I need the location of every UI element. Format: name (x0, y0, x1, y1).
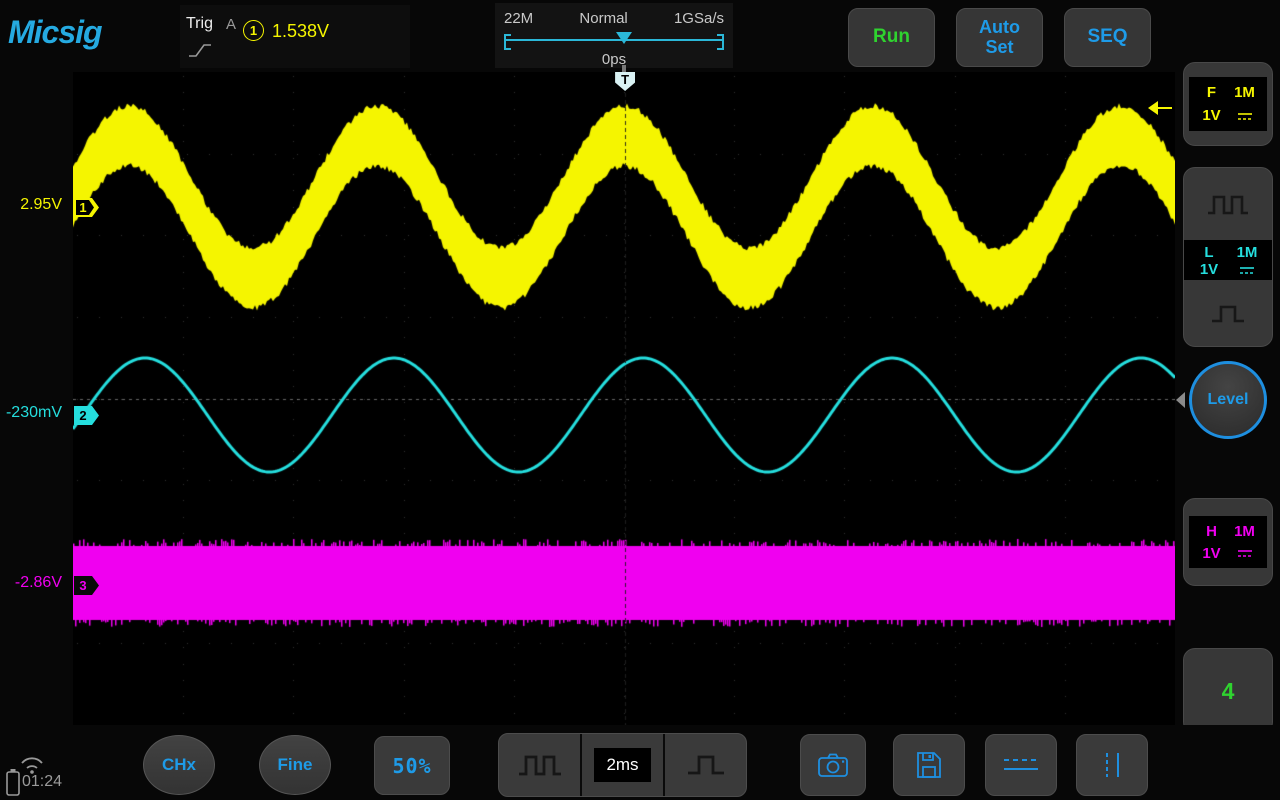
ch2-scale-label: -230mV (0, 404, 62, 422)
pulse-double-icon (1206, 192, 1250, 216)
vertical-cursors-icon (1094, 750, 1130, 780)
ch2-position-marker[interactable]: 2 (74, 406, 99, 425)
battery-icon (4, 767, 22, 797)
level-knob[interactable]: Level (1189, 361, 1267, 439)
ch1-settings-display: F 1M 1V (1189, 77, 1267, 131)
ch1-settings-card[interactable]: F 1M 1V (1183, 62, 1273, 146)
wifi-icon (18, 753, 46, 775)
brand-logo: Micsig (8, 14, 102, 51)
vertical-cursors-button[interactable] (1076, 734, 1148, 796)
screenshot-button[interactable] (800, 734, 866, 796)
chx-label: CHx (162, 755, 196, 775)
pulse-single-icon (1208, 302, 1248, 324)
chx-button[interactable]: CHx (143, 735, 215, 795)
ch2-settings-display: L 1M 1V (1184, 240, 1272, 280)
ch3-settings-display: H 1M 1V (1189, 516, 1267, 568)
floppy-save-icon (914, 750, 944, 780)
level-knob-label: Level (1208, 391, 1249, 409)
ch3-marker-number: 3 (74, 576, 92, 595)
trigger-level-value: 1.538V (272, 21, 329, 42)
ch1-marker-number: 1 (74, 198, 92, 217)
ch3-impedance: 1M (1234, 523, 1255, 540)
horizontal-cursors-button[interactable] (985, 734, 1057, 796)
run-label: Run (873, 27, 910, 48)
knob-pointer-icon (1176, 392, 1185, 408)
trigger-level-arrow-icon[interactable] (1147, 100, 1173, 116)
fine-button[interactable]: Fine (259, 735, 331, 795)
timebase-value-button[interactable]: 2ms (580, 734, 663, 796)
dc-coupling-icon (1236, 548, 1254, 558)
slider-position-marker[interactable] (616, 32, 632, 44)
trigger-source-badge: 1 (243, 20, 264, 41)
ch1-position-letter: F (1207, 84, 1216, 101)
auto-set-button[interactable]: AutoSet (956, 8, 1043, 67)
ch3-position-letter: H (1206, 523, 1217, 540)
waveform-canvas (73, 72, 1175, 725)
fifty-percent-label: 50% (392, 754, 431, 778)
run-button[interactable]: Run (848, 8, 935, 67)
trigger-delay-slider[interactable] (504, 31, 724, 49)
ch1-scale-label: 2.95V (0, 196, 62, 214)
ch1-scale: 1V (1202, 107, 1220, 124)
ch2-position-letter: L (1204, 244, 1213, 261)
battery-time: 01:24 (22, 773, 62, 791)
timebase-value[interactable]: 2ms (594, 748, 650, 782)
ch2-marker-number: 2 (74, 406, 92, 425)
acquisition-panel: 22M Normal 1GSa/s 0ps (495, 3, 733, 68)
sample-rate: 1GSa/s (674, 10, 724, 27)
camera-icon (817, 751, 849, 779)
fifty-percent-button[interactable]: 50% (374, 736, 450, 795)
pulse-double-icon (517, 752, 563, 778)
ch3-settings-card[interactable]: H 1M 1V (1183, 498, 1273, 586)
ch1-impedance: 1M (1234, 84, 1255, 101)
rising-edge-icon (188, 41, 212, 59)
slider-left-bracket (504, 34, 511, 50)
dc-coupling-icon (1238, 265, 1256, 275)
ch3-scale: 1V (1202, 545, 1220, 562)
ch1-position-marker[interactable]: 1 (74, 198, 99, 217)
seq-button[interactable]: SEQ (1064, 8, 1151, 67)
channel-4-button[interactable]: 4 (1183, 648, 1273, 734)
timebase-faster-button[interactable] (663, 734, 746, 796)
pulse-single-icon (684, 752, 728, 778)
bottom-toolbar: 01:24 CHx Fine 50% 2ms (0, 725, 1280, 800)
horizontal-cursors-icon (999, 752, 1043, 778)
trigger-top-tick (622, 65, 626, 72)
channel-4-label: 4 (1222, 678, 1235, 705)
trigger-label: Trig (186, 15, 213, 33)
timebase-shrink-button[interactable] (1184, 302, 1272, 324)
ch2-settings-card: L 1M 1V (1183, 167, 1273, 347)
seq-label: SEQ (1087, 27, 1127, 48)
acquire-mode: Normal (579, 10, 627, 27)
ch3-position-marker[interactable]: 3 (74, 576, 99, 595)
trigger-delay-value: 0ps (495, 51, 733, 68)
slider-right-bracket (717, 34, 724, 50)
timebase-slower-button[interactable] (499, 734, 580, 796)
save-button[interactable] (893, 734, 965, 796)
dc-coupling-icon (1236, 111, 1254, 121)
ch2-impedance: 1M (1237, 244, 1258, 261)
auto-set-label: AutoSet (979, 18, 1020, 58)
trigger-mode: A (226, 16, 236, 33)
memory-depth: 22M (504, 10, 533, 27)
timebase-expand-button[interactable] (1184, 192, 1272, 216)
ch3-scale-label: -2.86V (0, 574, 62, 592)
fine-label: Fine (278, 755, 313, 775)
trigger-status-panel[interactable]: Trig A 1 1.538V (180, 5, 410, 68)
slider-track (504, 39, 724, 41)
waveform-plot: T 1 2 3 (73, 72, 1175, 725)
timebase-control-group: 2ms (498, 733, 747, 797)
ch2-scale: 1V (1200, 261, 1218, 278)
